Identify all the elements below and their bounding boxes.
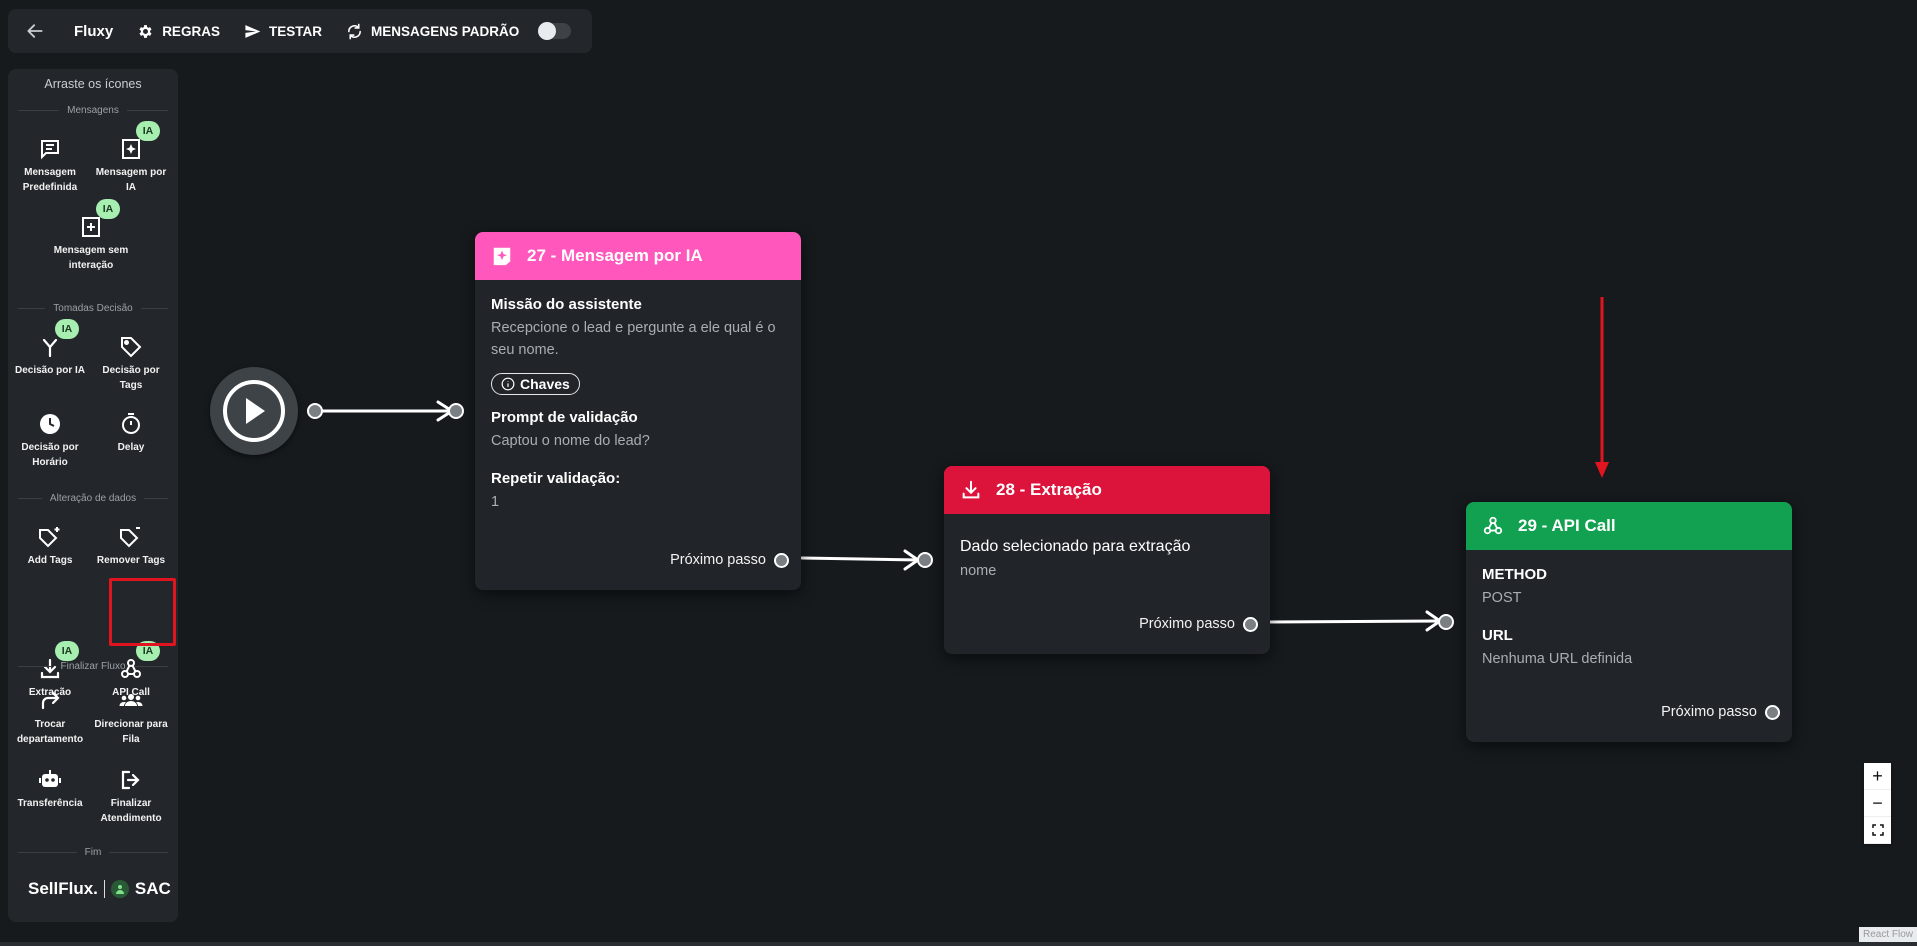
node-header: 27 - Mensagem por IA <box>475 232 801 280</box>
webhook-icon <box>1483 516 1503 535</box>
node-title: 29 - API Call <box>1518 516 1616 535</box>
prompt-label: Prompt de validação <box>491 409 638 426</box>
start-output-handle[interactable] <box>307 403 323 419</box>
next-step-label: Próximo passo <box>670 552 766 568</box>
next-step: Próximo passo <box>1139 616 1258 632</box>
zoom-in-button[interactable]: + <box>1864 763 1891 790</box>
next-step-label: Próximo passo <box>1661 704 1757 720</box>
url-value: Nenhuma URL definida <box>1482 651 1633 667</box>
node-title: 28 - Extração <box>996 480 1102 499</box>
download-icon <box>962 480 980 499</box>
next-step-label: Próximo passo <box>1139 616 1235 632</box>
next-step-handle[interactable] <box>1765 704 1780 720</box>
repeat-value: 1 <box>491 494 500 510</box>
extraction-data-value: nome <box>960 563 997 579</box>
play-icon <box>223 380 285 442</box>
fit-view-icon <box>1871 824 1884 836</box>
node-header: 29 - API Call <box>1466 502 1792 550</box>
next-step: Próximo passo <box>670 552 789 568</box>
node-api-call[interactable]: 29 - API Call METHOD POST URL Nenhuma UR… <box>1466 502 1792 742</box>
prompt-value: Captou o nome do lead? <box>491 433 650 449</box>
mission-label: Missão do assistente <box>491 296 642 313</box>
zoom-out-button[interactable]: − <box>1864 790 1891 817</box>
zoom-controls: + − <box>1864 763 1891 844</box>
bottom-border <box>0 942 1917 946</box>
extraction-data-label: Dado selecionado para extração <box>960 538 1191 555</box>
node29-input-handle[interactable] <box>1438 614 1454 630</box>
node-title: 27 - Mensagem por IA <box>527 246 703 265</box>
react-flow-attribution[interactable]: React Flow <box>1858 927 1917 942</box>
url-label: URL <box>1482 627 1513 644</box>
node-ai-message[interactable]: 27 - Mensagem por IA Missão do assistent… <box>475 232 801 590</box>
keys-chip[interactable]: Chaves <box>491 373 580 395</box>
annotation-red-arrowhead <box>1595 462 1609 478</box>
info-icon <box>501 377 515 391</box>
keys-chip-label: Chaves <box>520 376 570 392</box>
edge-28-29 <box>1261 619 1442 624</box>
node28-input-handle[interactable] <box>917 552 933 568</box>
node27-input-handle[interactable] <box>448 403 464 419</box>
method-value: POST <box>1482 590 1522 606</box>
node-extraction[interactable]: 28 - Extração Dado selecionado para extr… <box>944 466 1270 654</box>
fit-view-button[interactable] <box>1864 817 1891 844</box>
next-step-handle[interactable] <box>774 552 789 568</box>
method-label: METHOD <box>1482 566 1547 583</box>
next-step-handle[interactable] <box>1243 616 1258 632</box>
next-step: Próximo passo <box>1661 704 1780 720</box>
node-header: 28 - Extração <box>944 466 1270 514</box>
repeat-label: Repetir validação: <box>491 470 621 487</box>
edge-27-28 <box>800 556 920 562</box>
mission-value: Recepcione o lead e pergunte a ele qual … <box>491 320 776 358</box>
start-node[interactable] <box>210 367 298 455</box>
ai-sparkle-icon <box>493 247 511 266</box>
